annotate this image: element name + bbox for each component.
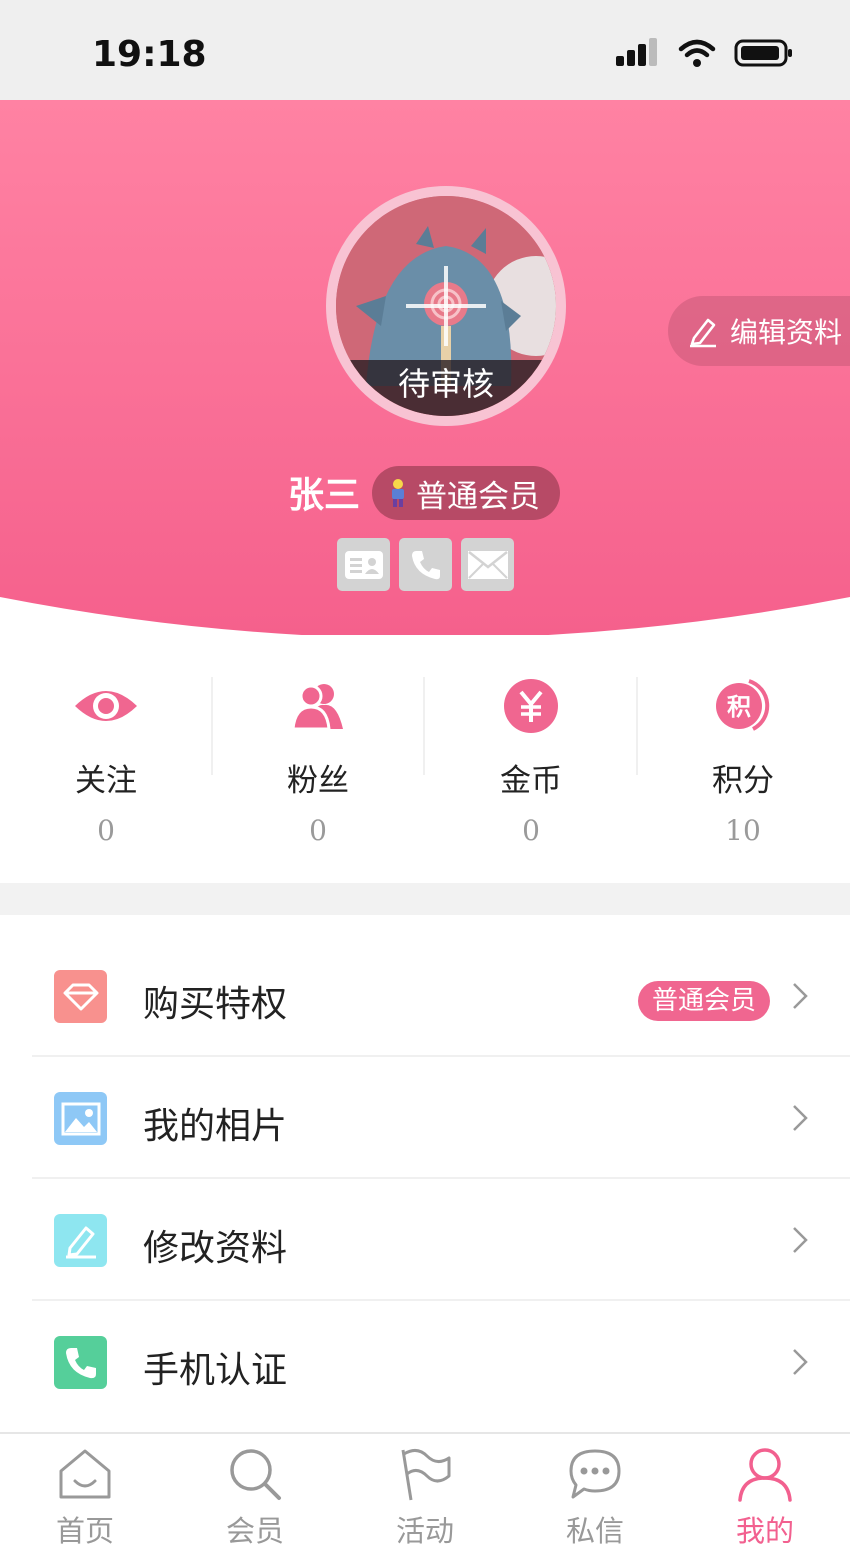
phone-icon — [54, 1336, 107, 1389]
tab-label: 会员 — [225, 1514, 284, 1548]
chevron-right-icon — [793, 1227, 808, 1253]
edit-profile-label: 编辑资料 — [730, 316, 843, 349]
tab-label: 首页 — [55, 1514, 114, 1548]
flag-icon — [401, 1449, 451, 1501]
user-icon — [738, 1448, 792, 1502]
menu-item-edit-profile[interactable]: 修改资料 — [0, 1179, 850, 1301]
tab-members[interactable]: 会员 — [170, 1444, 340, 1550]
id-card-icon[interactable] — [337, 538, 390, 591]
chevron-right-icon — [793, 1105, 808, 1131]
avatar-pending-label: 待审核 — [336, 360, 556, 416]
stat-label: 粉丝 — [287, 763, 349, 799]
tab-mine[interactable]: 我的 — [680, 1444, 850, 1550]
tab-label: 活动 — [395, 1514, 454, 1548]
diamond-icon — [54, 970, 107, 1023]
home-icon — [59, 1449, 111, 1499]
menu-item-label: 我的相片 — [143, 1106, 288, 1147]
status-icons — [616, 38, 794, 68]
cellular-signal-icon — [616, 38, 657, 66]
profile-header: 待审核 编辑资料 张三 普通会员 — [0, 100, 850, 635]
member-level-label: 普通会员 — [416, 478, 540, 515]
status-bar: 19:18 — [0, 0, 850, 100]
verification-icons — [337, 538, 514, 591]
users-icon — [291, 684, 343, 731]
stat-value: 0 — [97, 814, 115, 847]
status-time: 19:18 — [92, 34, 207, 75]
menu-item-my-photos[interactable]: 我的相片 — [0, 1057, 850, 1179]
stat-points[interactable]: 积 积分 10 — [637, 675, 849, 847]
member-level-badge: 普通会员 — [638, 981, 771, 1021]
edit-icon — [54, 1214, 107, 1267]
pencil-icon — [690, 318, 716, 348]
wifi-icon — [678, 39, 716, 67]
menu-item-buy-privilege[interactable]: 购买特权 普通会员 — [0, 935, 850, 1057]
chevron-right-icon — [793, 983, 808, 1009]
eye-icon — [75, 691, 137, 721]
menu-item-label: 修改资料 — [143, 1228, 288, 1269]
member-level-badge[interactable]: 普通会员 — [372, 466, 560, 520]
menu-item-phone-verify[interactable]: 手机认证 — [0, 1301, 850, 1423]
tab-messages[interactable]: 私信 — [510, 1444, 680, 1550]
tab-home[interactable]: 首页 — [0, 1444, 170, 1550]
tab-activities[interactable]: 活动 — [340, 1444, 510, 1550]
user-name: 张三 — [288, 475, 361, 516]
tab-label: 私信 — [565, 1514, 624, 1548]
menu-list: 购买特权 普通会员 我的相片 修改资料 手机认证 — [0, 915, 850, 1435]
menu-item-label: 购买特权 — [143, 984, 288, 1025]
points-icon: 积 — [716, 679, 770, 731]
stat-label: 关注 — [75, 763, 137, 799]
avatar-upload[interactable]: 待审核 — [326, 186, 566, 426]
stat-value: 0 — [309, 814, 327, 847]
search-icon — [230, 1449, 281, 1500]
stat-fans[interactable]: 粉丝 0 — [212, 675, 424, 847]
stat-follow[interactable]: 关注 0 — [0, 675, 212, 847]
svg-text:积: 积 — [727, 693, 751, 721]
edit-profile-button[interactable]: 编辑资料 — [668, 296, 850, 366]
menu-item-label: 手机认证 — [143, 1350, 288, 1391]
photo-icon — [54, 1092, 107, 1145]
avatar: 待审核 — [336, 196, 556, 416]
battery-icon — [734, 39, 792, 67]
chat-icon — [569, 1449, 621, 1499]
phone-icon[interactable] — [399, 538, 452, 591]
member-figure-icon — [392, 479, 404, 507]
stat-value: 10 — [725, 814, 761, 847]
tab-bar: 首页 会员 活动 私信 我的 — [0, 1432, 850, 1558]
stat-value: 0 — [522, 814, 540, 847]
mail-icon[interactable] — [461, 538, 514, 591]
chevron-right-icon — [793, 1349, 808, 1375]
stat-coins[interactable]: 金币 0 — [425, 675, 637, 847]
coin-icon — [504, 679, 558, 733]
stats-panel: 关注 0 粉丝 0 金币 0 积 积分 10 — [0, 635, 850, 883]
stat-label: 积分 — [712, 763, 774, 799]
stat-label: 金币 — [500, 763, 562, 799]
tab-label: 我的 — [735, 1514, 794, 1548]
